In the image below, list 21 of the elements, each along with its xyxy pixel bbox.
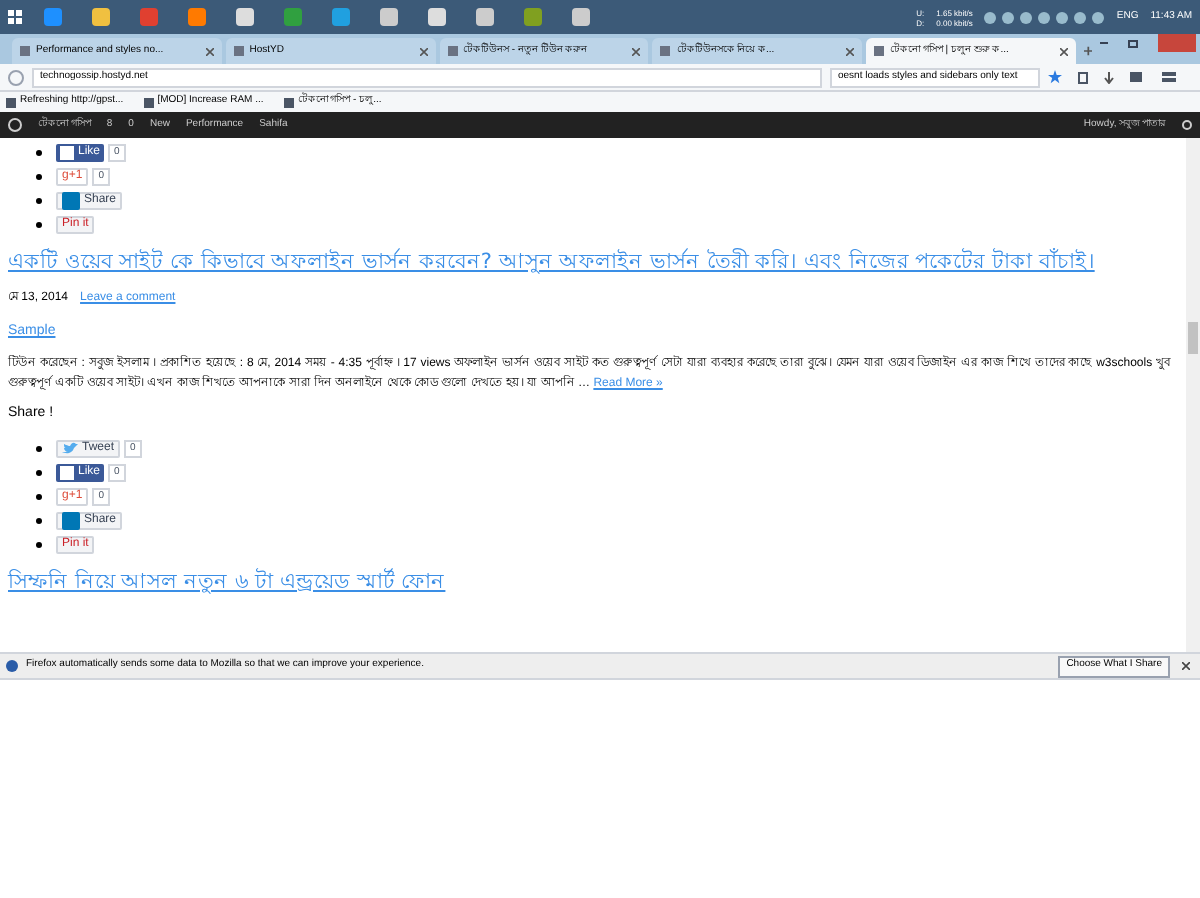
close-window-icon[interactable]	[1157, 34, 1196, 52]
minimize-icon[interactable]	[1100, 42, 1109, 44]
start-windows-icon[interactable]	[8, 10, 22, 24]
info-icon	[6, 660, 18, 672]
close-icon[interactable]	[419, 47, 427, 55]
star-icon[interactable]	[1048, 70, 1062, 84]
tab-favicon	[660, 46, 671, 56]
close-icon[interactable]	[205, 47, 214, 55]
close-icon[interactable]	[1182, 662, 1190, 670]
close-icon[interactable]	[846, 47, 854, 55]
bird-icon	[62, 441, 78, 455]
tab-favicon	[233, 46, 244, 56]
menu-icon[interactable]	[1162, 72, 1176, 82]
close-icon[interactable]	[1059, 47, 1068, 55]
restore-icon[interactable]	[1128, 40, 1138, 48]
close-icon[interactable]	[632, 47, 641, 55]
download-icon[interactable]	[1104, 71, 1114, 83]
new-tab-icon[interactable]	[1083, 46, 1093, 56]
tab-favicon	[874, 46, 884, 56]
tab-favicon	[20, 46, 30, 56]
tab-favicon	[447, 46, 457, 56]
